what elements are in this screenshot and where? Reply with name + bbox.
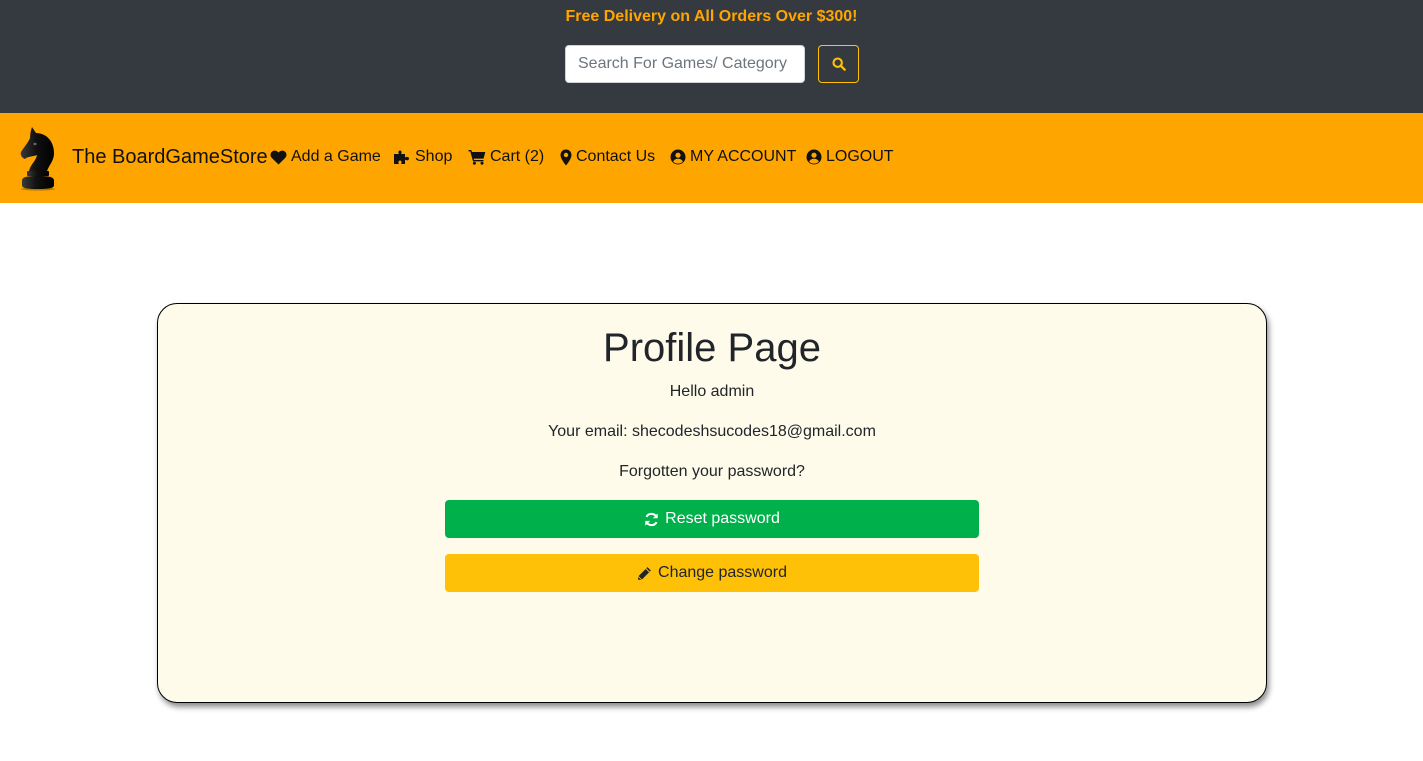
pencil-icon (638, 566, 651, 580)
heart-icon (270, 150, 287, 165)
nav-logout-label: LOGOUT (826, 148, 894, 165)
nav-cart[interactable]: Cart (2) (468, 147, 544, 167)
map-marker-icon (560, 149, 572, 165)
search-button[interactable] (818, 45, 859, 83)
promo-banner: Free Delivery on All Orders Over $300! (565, 8, 858, 25)
nav-my-account-label: MY ACCOUNT (690, 148, 797, 165)
reset-password-label: Reset password (665, 510, 780, 527)
forgot-password-text: Forgotten your password? (619, 463, 805, 480)
nav-contact[interactable]: Contact Us (560, 147, 655, 167)
profile-card: Profile Page Hello admin Your email: she… (157, 303, 1267, 703)
search-icon (831, 57, 846, 71)
nav-my-account[interactable]: MY ACCOUNT (670, 147, 796, 167)
greeting-text: Hello admin (669, 383, 755, 400)
email-text: Your email: shecodeshsucodes18@gmail.com (548, 423, 876, 440)
nav-contact-label: Contact Us (576, 148, 656, 165)
page-title: Profile Page (603, 326, 821, 370)
nav-add-game[interactable]: Add a Game (270, 147, 381, 167)
user-circle-icon (806, 149, 822, 165)
user-circle-icon (670, 149, 686, 165)
reset-password-button[interactable]: Reset password (445, 500, 979, 538)
top-bar: Free Delivery on All Orders Over $300! (0, 0, 1423, 113)
change-password-button[interactable]: Change password (445, 554, 979, 592)
search-input[interactable] (565, 45, 805, 83)
nav-logout[interactable]: LOGOUT (806, 147, 894, 167)
cart-icon (468, 150, 486, 165)
chess-knight-icon[interactable] (16, 125, 62, 191)
puzzle-icon (394, 150, 409, 164)
nav-shop[interactable]: Shop (393, 147, 452, 167)
nav-cart-label: Cart (2) (490, 148, 545, 165)
nav-shop-label: Shop (415, 148, 453, 165)
change-password-label: Change password (658, 564, 787, 581)
nav-add-game-label: Add a Game (291, 148, 381, 165)
sync-icon (645, 512, 658, 526)
main-navbar: The BoardGameStore Add a Game Shop Cart … (0, 113, 1423, 203)
brand-name[interactable]: The BoardGameStore (72, 145, 268, 169)
